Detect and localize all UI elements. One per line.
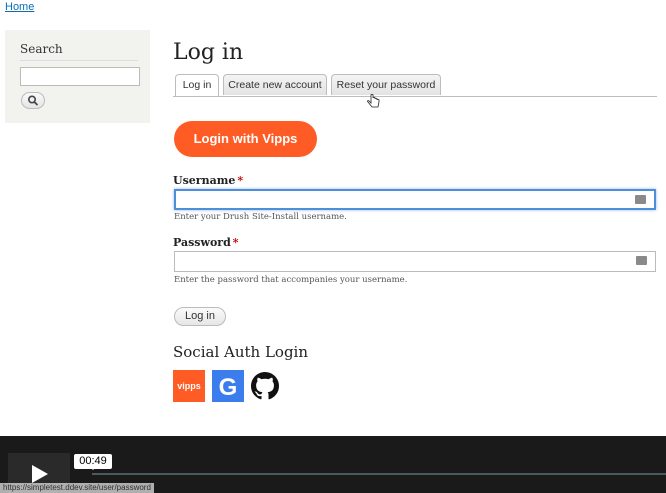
page-title: Log in bbox=[173, 40, 244, 65]
password-description: Enter the password that accompanies your… bbox=[174, 275, 408, 285]
password-manager-icon[interactable] bbox=[636, 256, 647, 265]
google-letter: G bbox=[219, 374, 238, 399]
search-input[interactable] bbox=[20, 67, 140, 86]
required-mark: * bbox=[232, 236, 239, 249]
breadcrumb-home-link[interactable]: Home bbox=[5, 1, 34, 13]
progress-bar[interactable] bbox=[92, 473, 666, 475]
google-icon[interactable]: G bbox=[212, 370, 244, 402]
status-bar-url: https://simpletest.ddev.site/user/passwo… bbox=[0, 483, 154, 493]
password-manager-icon[interactable] bbox=[635, 195, 646, 204]
password-field[interactable] bbox=[174, 251, 656, 272]
required-mark: * bbox=[237, 174, 244, 187]
username-description: Enter your Drush Site-Install username. bbox=[174, 212, 347, 222]
search-icon bbox=[27, 95, 39, 106]
login-with-vipps-button[interactable]: Login with Vipps bbox=[174, 121, 317, 157]
github-icon[interactable] bbox=[251, 372, 279, 400]
time-tooltip: 00:49 bbox=[74, 454, 112, 470]
hand-cursor-icon bbox=[367, 94, 380, 108]
username-label-text: Username bbox=[173, 174, 236, 187]
social-auth-title: Social Auth Login bbox=[173, 343, 309, 361]
tab-bar: Log in Create new account Reset your pas… bbox=[173, 74, 657, 97]
search-button[interactable] bbox=[21, 92, 45, 109]
username-field[interactable] bbox=[174, 189, 656, 210]
search-block-divider bbox=[20, 60, 138, 61]
vipps-icon[interactable]: vipps bbox=[173, 370, 205, 402]
play-icon bbox=[32, 465, 48, 483]
log-in-button[interactable]: Log in bbox=[174, 307, 226, 326]
search-block-title: Search bbox=[20, 42, 63, 56]
password-label: Password * bbox=[173, 236, 239, 249]
username-label: Username * bbox=[173, 174, 243, 187]
video-player-controls: 00:49 https://simpletest.ddev.site/user/… bbox=[0, 436, 666, 493]
tab-reset-password[interactable]: Reset your password bbox=[331, 74, 441, 95]
search-block: Search bbox=[5, 30, 150, 123]
google-g-glyph: G bbox=[219, 374, 238, 399]
tab-create-new-account[interactable]: Create new account bbox=[223, 74, 327, 95]
password-label-text: Password bbox=[173, 236, 231, 249]
tab-log-in[interactable]: Log in bbox=[175, 74, 219, 96]
